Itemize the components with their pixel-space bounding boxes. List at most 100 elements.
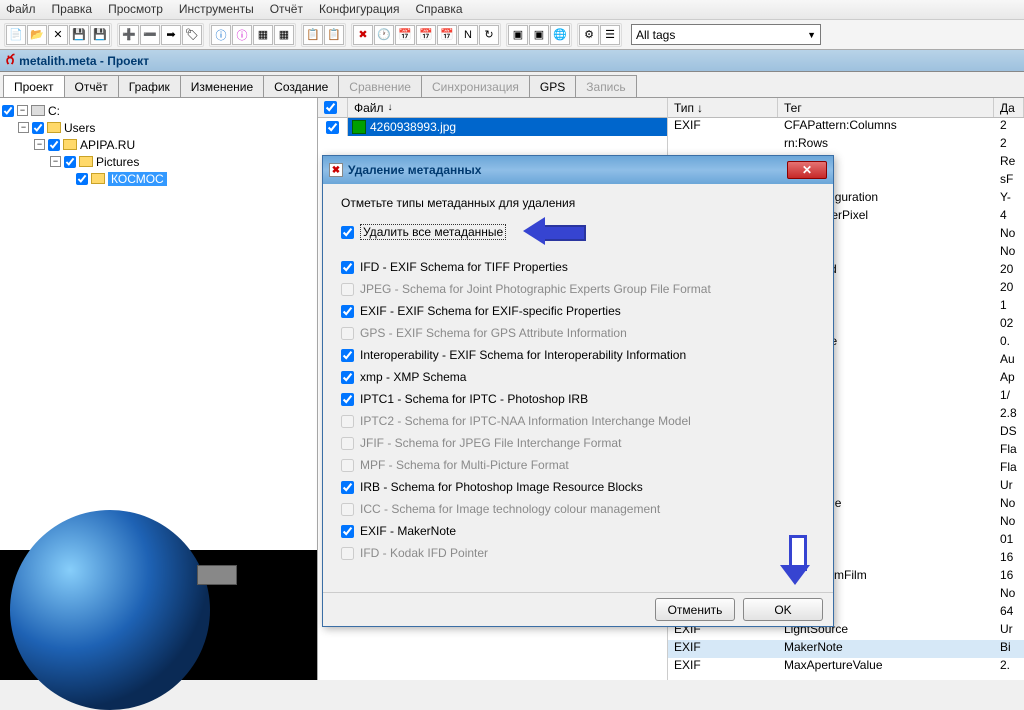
tab-отчёт[interactable]: Отчёт [64, 75, 119, 97]
document-title: metalith.meta - Проект [19, 54, 149, 68]
exif-header-tag[interactable]: Тег [778, 98, 994, 117]
schema-checkbox[interactable] [341, 481, 354, 494]
folder-tree[interactable]: −C: −Users −APIPA.RU −Pictures КОСМОС [0, 98, 317, 550]
folder-icon [91, 173, 105, 184]
tb-info[interactable]: ⓘ [211, 25, 231, 45]
delete-icon: ✖ [329, 163, 343, 177]
tb-help[interactable]: ⓘ [232, 25, 252, 45]
exif-row[interactable]: rn:Rows2 [668, 136, 1024, 154]
tab-создание[interactable]: Создание [263, 75, 339, 97]
tb-grid1[interactable]: ▦ [253, 25, 273, 45]
tb-cal1[interactable]: 📅 [395, 25, 415, 45]
ok-button[interactable]: OK [743, 598, 823, 621]
tb-copy[interactable]: 📋 [303, 25, 323, 45]
sort-down-icon: ↓ [388, 102, 393, 113]
menu-конфигурация[interactable]: Конфигурация [319, 2, 400, 17]
tb-grid2[interactable]: ▦ [274, 25, 294, 45]
exif-header-data[interactable]: Да [994, 98, 1024, 117]
schema-checkbox[interactable] [341, 261, 354, 274]
tb-new[interactable]: 📄 [6, 25, 26, 45]
tb-cal3[interactable]: 📅 [437, 25, 457, 45]
schema-label: EXIF - EXIF Schema for EXIF-specific Pro… [360, 304, 621, 318]
schema-checkbox[interactable] [341, 525, 354, 538]
menu-отчёт[interactable]: Отчёт [270, 2, 303, 17]
schema-checkbox[interactable] [341, 371, 354, 384]
tb-win2[interactable]: ▣ [529, 25, 549, 45]
tb-add[interactable]: ➕ [119, 25, 139, 45]
schema-label: IPTC2 - Schema for IPTC-NAA Information … [360, 414, 691, 428]
tree-node-users[interactable]: Users [64, 121, 95, 135]
tree-node-apipa[interactable]: APIPA.RU [80, 138, 135, 152]
file-column-header[interactable]: Файл [354, 101, 384, 115]
schema-label: IPTC1 - Schema for IPTC - Photoshop IRB [360, 392, 588, 406]
select-all-files[interactable] [324, 101, 337, 114]
tree-check-root[interactable] [2, 105, 14, 117]
document-title-bar: గ metalith.meta - Проект [0, 50, 1024, 72]
tab-изменение[interactable]: Изменение [180, 75, 264, 97]
menu-файл[interactable]: Файл [6, 2, 36, 17]
dialog-titlebar[interactable]: ✖ Удаление метаданных ✕ [323, 156, 833, 184]
delete-all-label: Удалить все метаданные [360, 224, 506, 240]
exif-row[interactable]: EXIFMaxApertureValue2. [668, 658, 1024, 676]
tree-node-root[interactable]: C: [48, 104, 60, 118]
tag-filter-value: All tags [636, 28, 675, 42]
schema-label: GPS - EXIF Schema for GPS Attribute Info… [360, 326, 627, 340]
menubar: Файл Правка Просмотр Инструменты Отчёт Конфиг… [0, 0, 1024, 20]
app-logo-icon: గ [6, 51, 14, 71]
tb-clock[interactable]: 🕐 [374, 25, 394, 45]
tab-график[interactable]: График [118, 75, 181, 97]
dialog-title: Удаление метаданных [348, 163, 481, 177]
schema-checkbox [341, 547, 354, 560]
tb-rename[interactable]: 🏷 [182, 25, 202, 45]
tb-gear[interactable]: ⚙ [579, 25, 599, 45]
schema-label: JFIF - Schema for JPEG File Interchange … [360, 436, 621, 450]
exif-row[interactable]: EXIFCFAPattern:Columns2 [668, 118, 1024, 136]
image-preview [0, 550, 317, 680]
tb-opts[interactable]: ☰ [600, 25, 620, 45]
tb-paste[interactable]: 📋 [324, 25, 344, 45]
tb-win1[interactable]: ▣ [508, 25, 528, 45]
cancel-button[interactable]: Отменить [655, 598, 735, 621]
file-row-selected[interactable]: 4260938993.jpg [348, 118, 667, 136]
schema-label: EXIF - MakerNote [360, 524, 456, 538]
menu-просмотр[interactable]: Просмотр [108, 2, 163, 17]
menu-справка[interactable]: Справка [416, 2, 463, 17]
schema-checkbox [341, 327, 354, 340]
tb-close[interactable]: ✕ [48, 25, 68, 45]
tb-cal2[interactable]: 📅 [416, 25, 436, 45]
menu-инструменты[interactable]: Инструменты [179, 2, 254, 17]
exif-header-type[interactable]: Тип↓ [668, 98, 778, 117]
schema-checkbox[interactable] [341, 305, 354, 318]
file-row-check[interactable] [326, 121, 339, 134]
exif-row[interactable]: EXIFMakerNoteBi [668, 640, 1024, 658]
tb-refresh[interactable]: ↻ [479, 25, 499, 45]
tree-check-apipa[interactable] [48, 139, 60, 151]
tree-check-users[interactable] [32, 122, 44, 134]
tb-open[interactable]: 📂 [27, 25, 47, 45]
tb-del[interactable]: ✖ [353, 25, 373, 45]
annotation-arrow-left [523, 220, 586, 242]
schema-checkbox[interactable] [341, 349, 354, 362]
menu-правка[interactable]: Правка [52, 2, 93, 17]
tree-check-kosmos[interactable] [76, 173, 88, 185]
schema-label: ICC - Schema for Image technology colour… [360, 502, 660, 516]
tag-filter-dropdown[interactable]: All tags▼ [631, 24, 821, 45]
tab-gps[interactable]: GPS [529, 75, 576, 97]
schema-checkbox [341, 503, 354, 516]
tab-проект[interactable]: Проект [3, 75, 65, 97]
tree-check-pictures[interactable] [64, 156, 76, 168]
schema-checkbox[interactable] [341, 393, 354, 406]
tb-globe[interactable]: 🌐 [550, 25, 570, 45]
schema-label: IFD - Kodak IFD Pointer [360, 546, 488, 560]
tree-node-kosmos[interactable]: КОСМОС [108, 172, 167, 186]
close-button[interactable]: ✕ [787, 161, 827, 179]
tb-export[interactable]: ➡ [161, 25, 181, 45]
tb-saveall[interactable]: 💾 [90, 25, 110, 45]
tree-node-pictures[interactable]: Pictures [96, 155, 139, 169]
delete-all-checkbox[interactable] [341, 226, 354, 239]
tb-save[interactable]: 💾 [69, 25, 89, 45]
folder-icon [63, 139, 77, 150]
tb-remove[interactable]: ➖ [140, 25, 160, 45]
schema-label: IFD - EXIF Schema for TIFF Properties [360, 260, 568, 274]
tb-n[interactable]: N [458, 25, 478, 45]
